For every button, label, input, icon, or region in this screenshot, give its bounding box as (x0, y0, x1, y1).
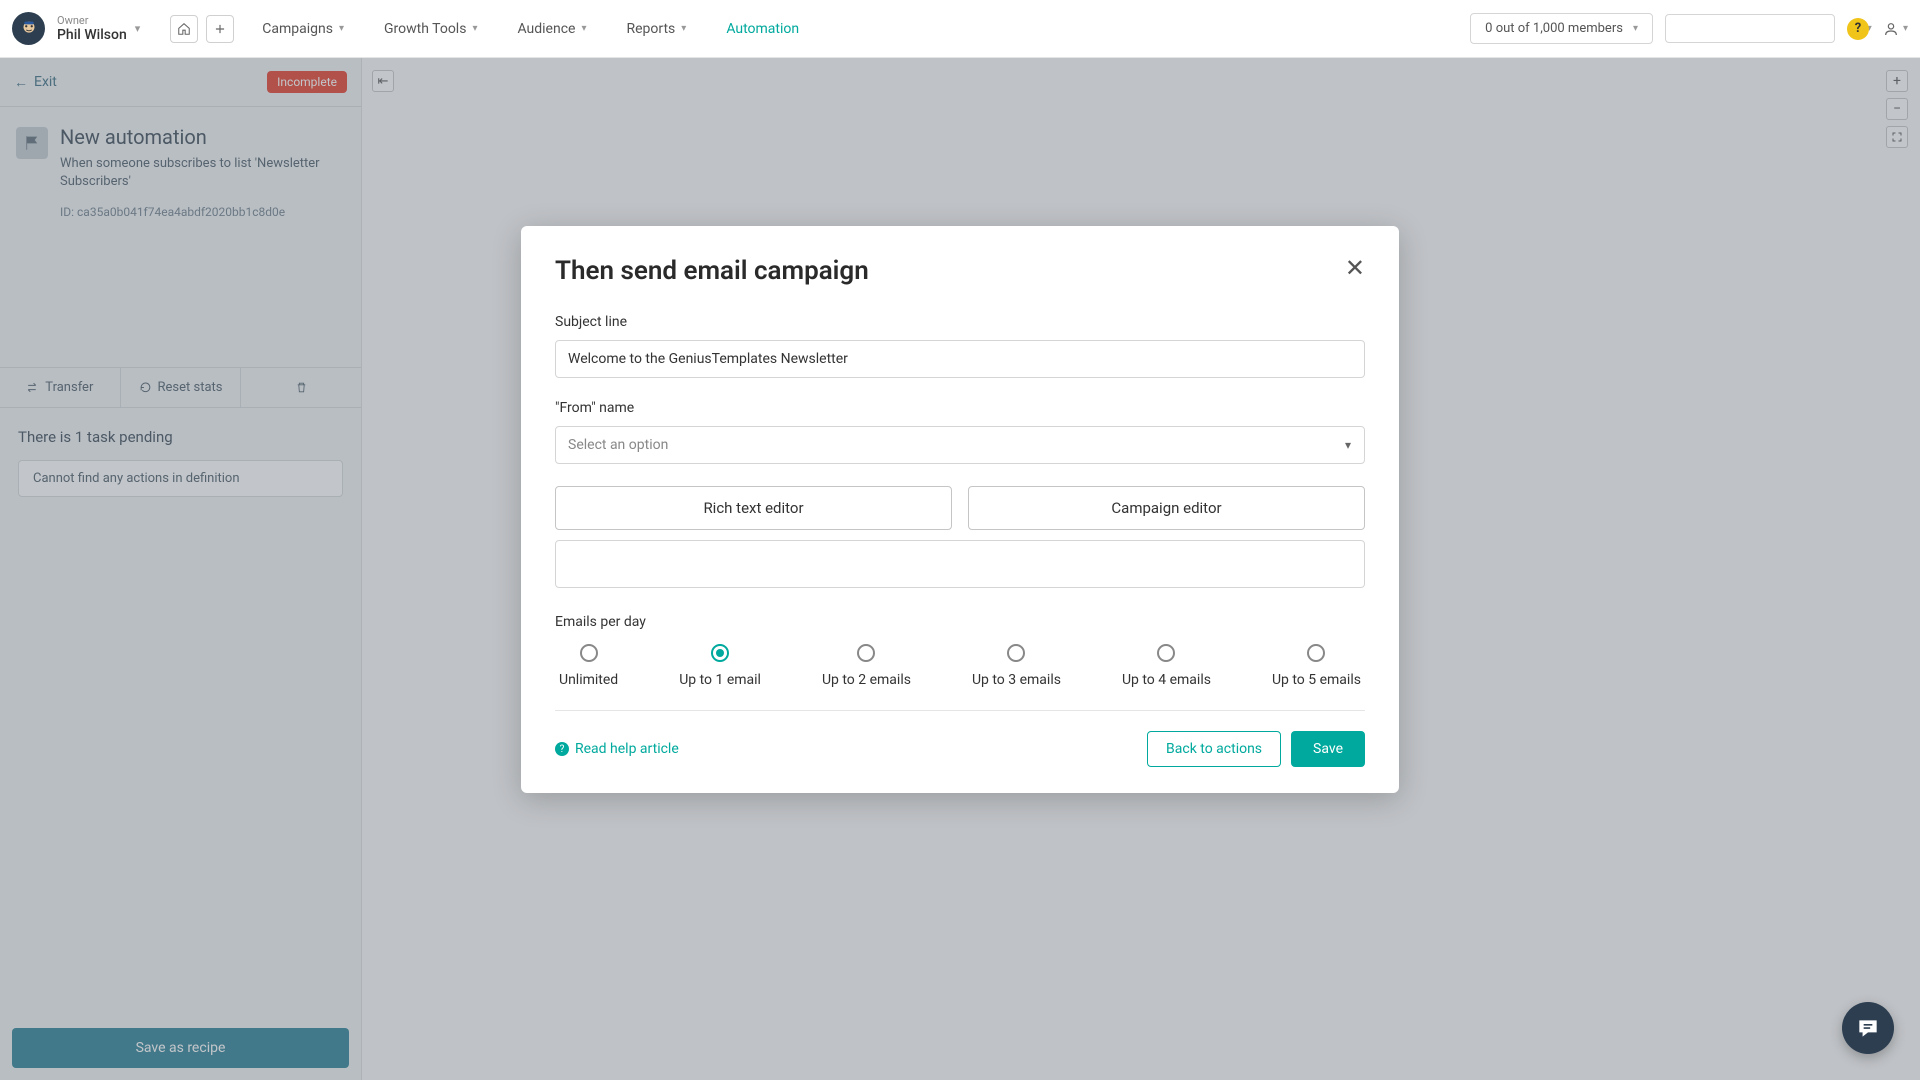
nav-growth-label: Growth Tools (384, 21, 466, 37)
nav-automation[interactable]: Automation (706, 0, 819, 58)
send-email-modal: Then send email campaign ✕ Subject line … (521, 226, 1399, 793)
nav-reports-label: Reports (626, 21, 675, 37)
owner-block[interactable]: Owner Phil Wilson (57, 14, 127, 43)
radio-up3-label: Up to 3 emails (972, 672, 1061, 688)
save-button[interactable]: Save (1291, 731, 1365, 767)
global-search[interactable]: All ▾ (1665, 14, 1835, 43)
owner-role-label: Owner (57, 14, 127, 27)
close-icon: ✕ (1345, 254, 1365, 282)
from-name-select[interactable]: Select an option (555, 426, 1365, 464)
chevron-down-icon: ▾ (581, 23, 586, 34)
radio-up1-label: Up to 1 email (679, 672, 761, 688)
question-icon: ? (555, 742, 569, 756)
emails-per-day-label: Emails per day (555, 614, 1365, 630)
radio-up2-label: Up to 2 emails (822, 672, 911, 688)
nav-audience[interactable]: Audience ▾ (497, 0, 606, 58)
subject-label: Subject line (555, 314, 1365, 330)
nav-growth-tools[interactable]: Growth Tools ▾ (364, 0, 497, 58)
plus-icon (213, 22, 227, 36)
owner-chevron-icon[interactable]: ▾ (135, 22, 141, 35)
chat-fab[interactable] (1842, 1002, 1894, 1054)
chevron-down-icon: ▾ (339, 23, 344, 34)
rich-text-editor-button[interactable]: Rich text editor (555, 486, 952, 530)
modal-close-button[interactable]: ✕ (1345, 256, 1365, 280)
home-icon (177, 22, 191, 36)
radio-icon (1007, 644, 1025, 662)
radio-unlimited-label: Unlimited (559, 672, 618, 688)
nav-campaigns[interactable]: Campaigns ▾ (242, 0, 364, 58)
help-link-label: Read help article (575, 741, 679, 757)
radio-up-to-3[interactable]: Up to 3 emails (972, 644, 1061, 688)
radio-icon (1157, 644, 1175, 662)
top-bar: Owner Phil Wilson ▾ Campaigns ▾ Growth T… (0, 0, 1920, 58)
radio-unlimited[interactable]: Unlimited (559, 644, 618, 688)
chevron-down-icon: ▾ (472, 23, 477, 34)
user-icon (1883, 21, 1899, 37)
nav-reports[interactable]: Reports ▾ (606, 0, 706, 58)
read-help-link[interactable]: ? Read help article (555, 741, 679, 757)
radio-up4-label: Up to 4 emails (1122, 672, 1211, 688)
from-name-placeholder: Select an option (568, 437, 668, 453)
home-button[interactable] (170, 15, 198, 43)
user-menu[interactable]: ▾ (1883, 21, 1908, 37)
campaign-editor-button[interactable]: Campaign editor (968, 486, 1365, 530)
radio-up-to-2[interactable]: Up to 2 emails (822, 644, 911, 688)
chevron-down-icon: ▾ (1903, 23, 1908, 34)
nav-automation-label: Automation (726, 21, 799, 37)
subject-input[interactable] (555, 340, 1365, 378)
radio-up-to-4[interactable]: Up to 4 emails (1122, 644, 1211, 688)
nav-campaigns-label: Campaigns (262, 21, 333, 37)
from-name-label: "From" name (555, 400, 1365, 416)
monkey-logo-icon (18, 18, 40, 40)
radio-icon-selected (711, 644, 729, 662)
chat-icon (1855, 1015, 1881, 1041)
chevron-down-icon: ▾ (681, 23, 686, 34)
nav-audience-label: Audience (517, 21, 575, 37)
global-search-input[interactable] (1682, 21, 1848, 36)
modal-title: Then send email campaign (555, 256, 869, 286)
emails-per-day-group: Unlimited Up to 1 email Up to 2 emails U… (555, 644, 1365, 711)
radio-icon (1307, 644, 1325, 662)
help-button[interactable]: ? (1847, 18, 1869, 40)
members-counter-label: 0 out of 1,000 members (1485, 21, 1623, 36)
radio-up-to-1[interactable]: Up to 1 email (679, 644, 761, 688)
radio-up5-label: Up to 5 emails (1272, 672, 1361, 688)
radio-icon (857, 644, 875, 662)
add-button[interactable] (206, 15, 234, 43)
modal-overlay: Then send email campaign ✕ Subject line … (0, 58, 1920, 1080)
owner-name: Phil Wilson (57, 27, 127, 43)
chevron-down-icon: ▾ (1633, 23, 1638, 34)
brand-avatar[interactable] (12, 12, 45, 45)
email-preview-box (555, 540, 1365, 588)
back-to-actions-button[interactable]: Back to actions (1147, 731, 1281, 767)
members-counter-button[interactable]: 0 out of 1,000 members ▾ (1470, 13, 1653, 44)
radio-icon (580, 644, 598, 662)
radio-up-to-5[interactable]: Up to 5 emails (1272, 644, 1361, 688)
